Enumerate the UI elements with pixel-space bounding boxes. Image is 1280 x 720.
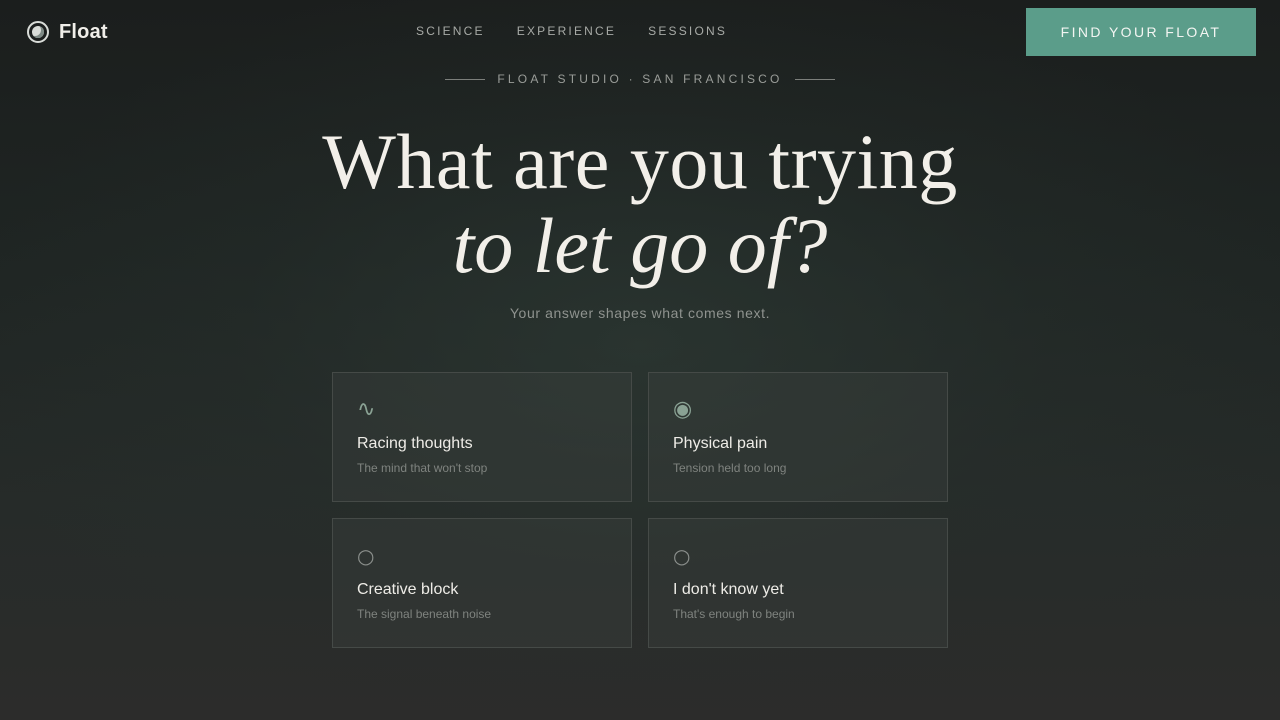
brand-logo[interactable]: Float [27,19,108,45]
option-card-dont-know-yet[interactable]: ○ I don't know yet That's enough to begi… [648,518,948,648]
option-card-physical-pain[interactable]: ◉ Physical pain Tension held too long [648,372,948,502]
target-icon: ◉ [673,397,693,422]
nav-link-sessions[interactable]: SESSIONS [648,24,727,38]
eyebrow-rule-right [794,78,835,80]
nav-link-experience[interactable]: EXPERIENCE [517,24,616,38]
headline-line-2: to let go of? [452,202,828,289]
option-title: I don't know yet [673,581,784,598]
wave-icon: ∿ [357,397,376,422]
site-header: Float SCIENCE EXPERIENCE SESSIONS FIND Y… [0,0,1280,64]
brand-name: Float [59,20,108,43]
headline-line-1: What are you trying [322,118,958,205]
eyebrow-rule-left [445,78,486,80]
nav-link-science[interactable]: SCIENCE [416,24,485,38]
find-your-float-button[interactable]: FIND YOUR FLOAT [1026,8,1256,56]
option-description: The signal beneath noise [357,607,492,621]
option-title: Creative block [357,581,459,598]
circle-icon: ○ [357,544,375,568]
eyebrow: FLOAT STUDIO · SAN FRANCISCO [0,72,1280,86]
circle-icon: ○ [673,544,691,568]
option-description: The mind that won't stop [357,461,488,475]
page-title: What are you trying to let go of? [0,120,1280,288]
eyebrow-text: FLOAT STUDIO · SAN FRANCISCO [497,72,783,86]
option-card-racing-thoughts[interactable]: ∿ Racing thoughts The mind that won't st… [332,372,632,502]
option-title: Physical pain [673,435,768,452]
float-logo-icon [27,21,49,43]
option-description: That's enough to begin [673,607,795,621]
option-title: Racing thoughts [357,435,473,452]
option-description: Tension held too long [673,461,787,475]
option-grid: ∿ Racing thoughts The mind that won't st… [332,372,948,648]
option-card-creative-block[interactable]: ○ Creative block The signal beneath nois… [332,518,632,648]
subheadline: Your answer shapes what comes next. [509,305,771,321]
main-nav: SCIENCE EXPERIENCE SESSIONS [416,24,727,38]
